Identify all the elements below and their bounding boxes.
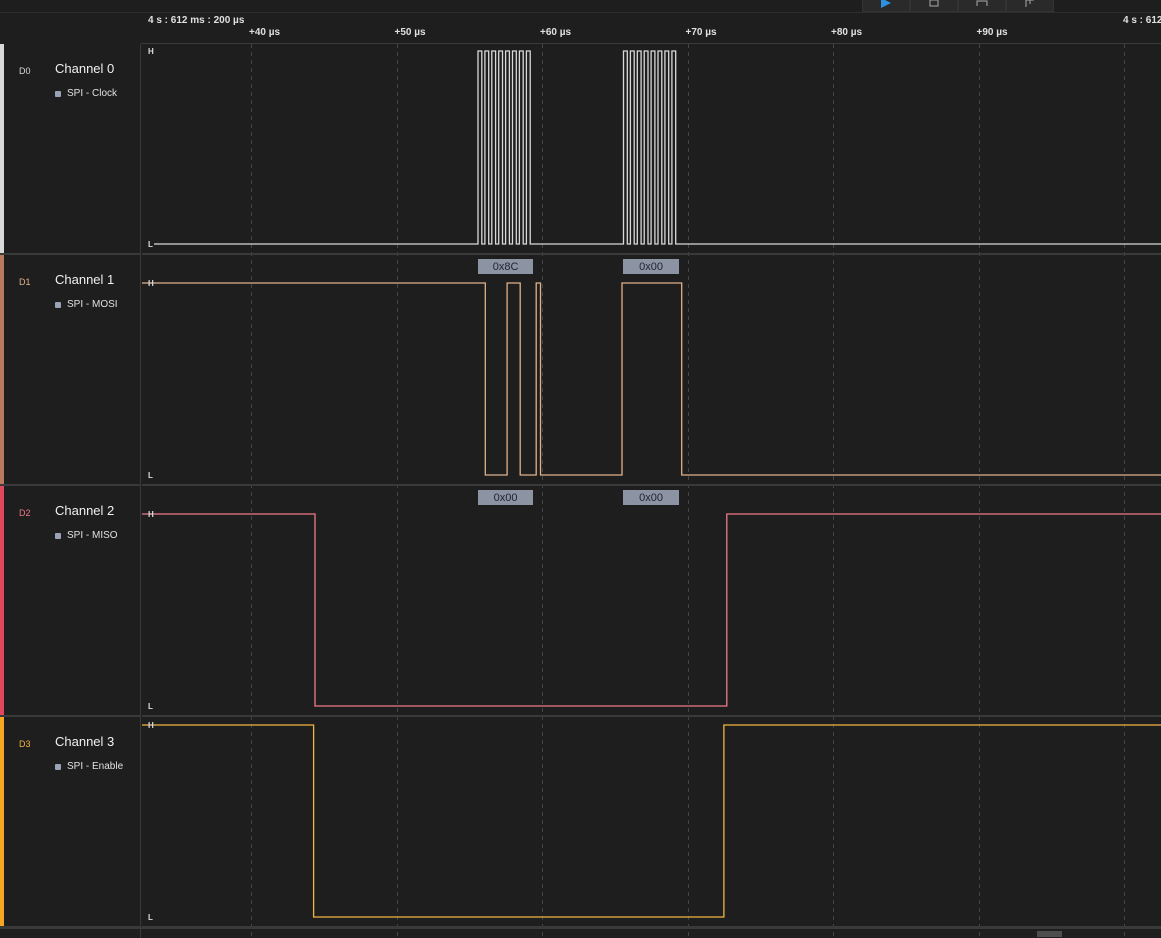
marker-button[interactable] <box>1006 0 1054 12</box>
time-tick-label: +70 µs <box>685 27 717 38</box>
channel-row-3[interactable]: D3 Channel 3 SPI - Enable <box>0 717 141 928</box>
start-time-label: 4 s : 612 ms : 200 µs <box>148 15 245 26</box>
channel-color-strip <box>0 717 4 926</box>
channel-analyzer-label: SPI - MISO <box>67 530 118 541</box>
ruler-icon <box>976 0 988 6</box>
high-level-label: H <box>148 721 154 730</box>
time-tick-label: +60 µs <box>540 27 572 38</box>
high-level-label: H <box>148 47 154 56</box>
channel-2-waveform <box>142 513 1161 707</box>
analyzer-dot-icon <box>55 532 61 539</box>
ruler-button[interactable] <box>958 0 1006 12</box>
channel-color-strip <box>0 486 4 715</box>
waveform-area[interactable]: H L H L 0x8C 0x00 H L 0x00 0x00 H L <box>142 44 1161 938</box>
spi-decode-label[interactable]: 0x00 <box>623 259 679 274</box>
trigger-icon <box>929 0 939 7</box>
channel-name[interactable]: Channel 3 <box>55 734 114 749</box>
horizontal-scrollbar-thumb[interactable] <box>1037 931 1062 937</box>
row-separator <box>142 253 1161 255</box>
channel-analyzer-label: SPI - Clock <box>67 88 118 99</box>
play-icon <box>881 0 891 8</box>
channel-color-strip <box>0 44 4 253</box>
channel-name[interactable]: Channel 1 <box>55 272 114 287</box>
channel-label-column: D0 Channel 0 SPI - Clock D1 Channel 1 SP… <box>0 44 141 938</box>
end-time-label: 4 s : 612 <box>1123 15 1161 26</box>
play-button[interactable] <box>862 0 910 12</box>
time-tick-label: +40 µs <box>249 27 281 38</box>
analyzer-dot-icon <box>55 763 61 770</box>
channel-tag: D0 <box>19 66 31 76</box>
spi-decode-label[interactable]: 0x8C <box>477 259 534 274</box>
channel-0-waveform <box>154 50 1161 245</box>
channel-row-2[interactable]: D2 Channel 2 SPI - MISO <box>0 486 141 717</box>
time-tick-label: +50 µs <box>394 27 426 38</box>
channel-analyzer-label: SPI - Enable <box>67 761 124 772</box>
spi-decode-label[interactable]: 0x00 <box>623 490 679 505</box>
marker-icon <box>1025 0 1034 7</box>
channel-name[interactable]: Channel 0 <box>55 61 114 76</box>
trigger-button[interactable] <box>910 0 958 12</box>
spi-decode-label[interactable]: 0x00 <box>477 490 534 505</box>
time-tick-label: +90 µs <box>976 27 1008 38</box>
channel-analyzer: SPI - Enable <box>55 761 123 772</box>
channel-tag: D1 <box>19 277 31 287</box>
channel-tag: D3 <box>19 739 31 749</box>
channel-analyzer: SPI - MISO <box>55 530 118 541</box>
high-level-label: H <box>148 279 154 288</box>
low-level-label: L <box>148 702 153 711</box>
channel-analyzer: SPI - MOSI <box>55 299 118 310</box>
low-level-label: L <box>148 471 153 480</box>
low-level-label: L <box>148 913 153 922</box>
channel-1-waveform <box>142 282 1161 476</box>
capture-toolbar <box>862 0 1058 12</box>
row-separator <box>142 484 1161 486</box>
channel-color-strip <box>0 255 4 484</box>
channel-analyzer: SPI - Clock <box>55 88 117 99</box>
channel-3-waveform <box>142 724 1161 918</box>
analyzer-dot-icon <box>55 301 61 308</box>
bottom-divider <box>0 927 1161 929</box>
low-level-label: L <box>148 240 153 249</box>
high-level-label: H <box>148 510 154 519</box>
time-tick-label: +80 µs <box>831 27 863 38</box>
channel-row-0[interactable]: D0 Channel 0 SPI - Clock <box>0 44 141 255</box>
channel-analyzer-label: SPI - MOSI <box>67 299 118 310</box>
channel-name[interactable]: Channel 2 <box>55 503 114 518</box>
row-separator <box>142 715 1161 717</box>
channel-tag: D2 <box>19 508 31 518</box>
analyzer-dot-icon <box>55 90 61 97</box>
time-ruler-divider <box>0 12 1161 13</box>
channel-row-1[interactable]: D1 Channel 1 SPI - MOSI <box>0 255 141 486</box>
time-ruler-spacer <box>0 0 141 44</box>
